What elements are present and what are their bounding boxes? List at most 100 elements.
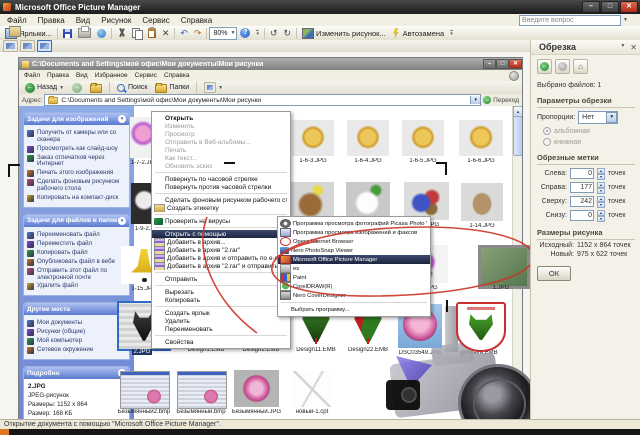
thumbnail-gonyaya.EMB[interactable] xyxy=(456,302,506,352)
sidebar-panel-header[interactable]: Другие места▾ xyxy=(24,303,129,315)
pane-close-icon[interactable]: ✕ xyxy=(630,43,637,52)
rotate-left-button[interactable]: ↺ xyxy=(267,26,281,40)
toolbar-overflow-button-2[interactable]: ▾ xyxy=(447,26,456,40)
folders-button[interactable]: Папки xyxy=(152,81,192,95)
app-menu-Сервис[interactable]: Сервис xyxy=(142,16,169,25)
shortcuts-button[interactable]: Ярлыки... xyxy=(2,26,55,40)
pane-back-button[interactable]: ← xyxy=(537,59,552,74)
close-button[interactable]: ✕ xyxy=(620,1,638,13)
paste-button[interactable] xyxy=(145,26,159,40)
context-menu-item[interactable]: Создать этикетку xyxy=(152,204,290,212)
explorer-menu-Файл[interactable]: Файл xyxy=(24,72,40,79)
minimize-button[interactable]: – xyxy=(582,1,600,13)
toolbar-overflow-button[interactable]: ▾ xyxy=(253,26,262,40)
task-link[interactable]: Переименовать файл xyxy=(27,232,127,239)
rotate-right-button[interactable]: ↻ xyxy=(281,26,295,40)
thumbnail-1-6-4.JPG[interactable] xyxy=(347,120,389,156)
crop-field-input[interactable]: 177 xyxy=(570,182,594,193)
task-link[interactable]: Переместить файл xyxy=(27,241,127,248)
context-menu-item[interactable]: Отправить▸ xyxy=(152,275,290,283)
task-link[interactable]: Копировать файл xyxy=(27,250,127,257)
explorer-menu-Правка[interactable]: Правка xyxy=(47,72,69,79)
go-icon[interactable]: → xyxy=(483,96,491,104)
copy-button[interactable] xyxy=(129,26,145,40)
spinner-buttons[interactable]: ▲▼ xyxy=(597,196,605,207)
thumbnail-1-14.JPG[interactable] xyxy=(461,183,503,221)
context-menu-item[interactable]: Печать xyxy=(152,146,290,154)
open-with-item[interactable]: es xyxy=(278,264,430,273)
context-menu-item[interactable]: Обновить эскиз xyxy=(152,162,290,170)
context-menu-item[interactable]: Переименовать xyxy=(152,325,290,333)
task-link[interactable]: Мой компьютер xyxy=(27,338,127,345)
explorer-minimize-button[interactable]: – xyxy=(483,59,496,69)
open-with-item[interactable]: Выбрать программу... xyxy=(278,305,430,314)
thumbnail-новый-1.cpt[interactable] xyxy=(293,371,331,407)
app-menu-Файл[interactable]: Файл xyxy=(7,16,27,25)
ok-button[interactable]: ОК xyxy=(537,266,571,281)
spinner-buttons[interactable]: ▲▼ xyxy=(597,210,605,221)
edit-picture-button[interactable]: Изменить рисунок... xyxy=(299,26,389,40)
app-menu-Справка[interactable]: Справка xyxy=(181,16,212,25)
open-with-item[interactable]: CorelDRAW(R) xyxy=(278,282,430,291)
single-picture-view-button[interactable] xyxy=(37,40,52,52)
context-menu-item[interactable]: Просмотр xyxy=(152,130,290,138)
context-menu-item[interactable]: Повернуть против часовой стрелки xyxy=(152,183,290,191)
views-button[interactable]: ▼ xyxy=(201,81,226,95)
thumbnail-Безымянный.bmp[interactable] xyxy=(177,371,227,409)
context-menu-item[interactable]: Добавить в архив и отправить по e-mail..… xyxy=(152,254,290,262)
context-menu-item[interactable]: Копировать xyxy=(152,296,290,304)
forward-button[interactable]: → xyxy=(69,81,85,95)
explorer-menu-Избранное[interactable]: Избранное xyxy=(95,72,128,79)
sidebar-panel-header[interactable]: Задачи для файлов и папок▾ xyxy=(24,215,129,227)
open-with-item[interactable]: Программа просмотра фотографий Picasa Ph… xyxy=(278,219,430,228)
context-menu-item[interactable]: Свойства xyxy=(152,338,290,346)
crop-field-input[interactable]: 0 xyxy=(570,168,594,179)
landscape-radio[interactable] xyxy=(543,127,551,135)
pane-home-button[interactable]: ⌂ xyxy=(573,59,588,74)
save-button[interactable] xyxy=(60,26,75,40)
filmstrip-view-button[interactable] xyxy=(20,40,35,52)
ask-question-input[interactable]: Введите вопрос xyxy=(519,15,621,26)
thumbnail-dove[interactable] xyxy=(346,182,390,220)
thumbnail-1-13.JPG[interactable] xyxy=(404,182,449,220)
autocorrect-button[interactable]: Автозамена xyxy=(389,26,448,40)
explorer-menu-Сервис[interactable]: Сервис xyxy=(135,72,157,79)
delete-button[interactable]: ✕ xyxy=(159,26,173,40)
zoom-select[interactable]: 80%▼ xyxy=(209,27,237,40)
explorer-menu-Справка[interactable]: Справка xyxy=(164,72,190,79)
up-button[interactable] xyxy=(87,81,105,95)
task-link[interactable]: Опубликовать файл в вебе xyxy=(27,259,127,266)
thumbnail-1-6-3.JPG[interactable] xyxy=(292,120,334,156)
proportions-select[interactable]: Нет▼ xyxy=(578,111,618,124)
context-menu-item[interactable]: Добавить в архив... xyxy=(152,238,290,246)
task-link[interactable]: Сетевое окружение xyxy=(27,347,127,354)
thumbnail-1-6-5.JPG[interactable] xyxy=(402,120,444,156)
task-link[interactable]: Рисунки (общие) xyxy=(27,329,127,336)
task-link[interactable]: Заказ отпечатков через Интернет xyxy=(27,155,127,169)
portrait-radio[interactable] xyxy=(543,138,551,146)
spinner-buttons[interactable]: ▲▼ xyxy=(597,168,605,179)
open-with-item[interactable]: Opera Internet Browser xyxy=(278,237,430,246)
context-menu-item[interactable]: Удалить xyxy=(152,317,290,325)
help-button[interactable]: ? xyxy=(237,26,253,40)
chevron-down-icon[interactable]: ▼ xyxy=(623,17,628,23)
context-menu-item[interactable]: Создать ярлык xyxy=(152,309,290,317)
search-button[interactable]: Поиск xyxy=(114,81,150,95)
explorer-close-button[interactable]: ✕ xyxy=(509,59,522,69)
scrollbar-thumb[interactable] xyxy=(513,116,522,156)
thumbnail-squirrel[interactable] xyxy=(291,182,334,220)
explorer-maximize-button[interactable]: □ xyxy=(496,59,509,69)
context-menu-item[interactable]: Добавить в архив "2.rar" xyxy=(152,246,290,254)
print-button[interactable] xyxy=(75,26,94,40)
app-menu-Рисунок[interactable]: Рисунок xyxy=(101,16,131,25)
context-menu-item[interactable]: Изменить xyxy=(152,122,290,130)
task-link[interactable]: Сделать фоновым рисунком рабочего стола xyxy=(27,179,127,193)
open-with-item[interactable]: Microsoft Office Picture Manager xyxy=(278,255,430,264)
explorer-menu-Вид[interactable]: Вид xyxy=(76,72,88,79)
task-link[interactable]: Копировать на компакт-диск xyxy=(27,195,127,202)
address-input[interactable]: C:\Documents and Settings\мой офис\Мои д… xyxy=(44,94,481,106)
app-menu-Вид[interactable]: Вид xyxy=(76,16,90,25)
pane-dropdown-icon[interactable]: ▼ xyxy=(620,43,625,52)
undo-button[interactable]: ↶ xyxy=(177,26,191,40)
context-menu-item[interactable]: Отправить в Веб-альбомы... xyxy=(152,138,290,146)
